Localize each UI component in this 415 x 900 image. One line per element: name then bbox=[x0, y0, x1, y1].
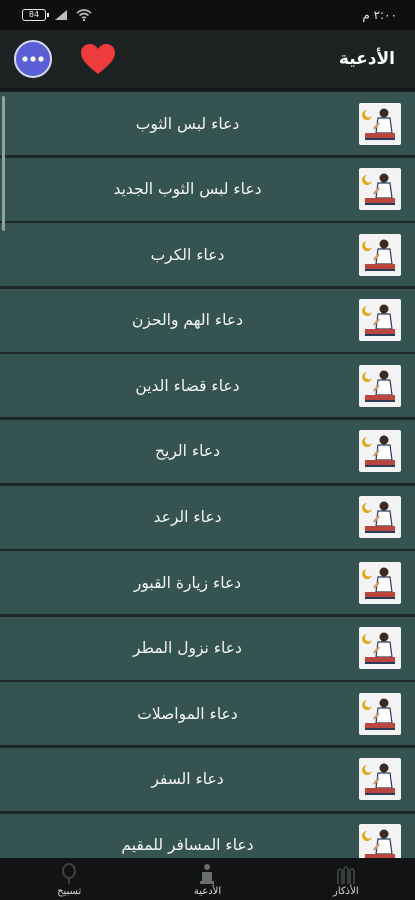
praying-man-icon bbox=[345, 486, 415, 549]
praying-man-icon bbox=[345, 551, 415, 614]
list-item-label: دعاء الكرب bbox=[150, 245, 225, 264]
list-item-label: دعاء المسافر للمقيم bbox=[121, 836, 254, 855]
favorite-button[interactable] bbox=[78, 41, 118, 77]
more-options-icon bbox=[22, 56, 44, 62]
list-item[interactable]: دعاء الريح bbox=[0, 419, 415, 483]
list-item[interactable]: دعاء المواصلات bbox=[0, 682, 415, 746]
list-item-label: دعاء زيارة القبور bbox=[133, 573, 242, 592]
list-item[interactable]: دعاء الهم والحزن bbox=[0, 288, 415, 352]
status-icons: 84 bbox=[22, 9, 92, 21]
list-item-label: دعاء السفر bbox=[151, 770, 224, 789]
praying-man-icon bbox=[345, 223, 415, 286]
praying-man-icon bbox=[345, 158, 415, 221]
nav-tasbeeh[interactable]: تسبيح bbox=[0, 858, 138, 900]
scrollbar[interactable] bbox=[2, 96, 5, 231]
praying-man-icon bbox=[345, 682, 415, 745]
praying-man-icon bbox=[345, 354, 415, 417]
list-item[interactable]: دعاء زيارة القبور bbox=[0, 551, 415, 615]
nav-adiya-label: الأدعية bbox=[193, 886, 222, 897]
praying-hands-icon bbox=[200, 864, 215, 884]
list-item[interactable]: دعاء قضاء الدين bbox=[0, 354, 415, 418]
status-bar: 84 ٢:٠٠ م bbox=[0, 0, 415, 30]
list-item-label: دعاء قضاء الدين bbox=[135, 376, 240, 395]
praying-man-icon bbox=[345, 420, 415, 483]
list-item[interactable]: دعاء لبس الثوب bbox=[0, 92, 415, 155]
list-item[interactable]: دعاء لبس الثوب الجديد bbox=[0, 157, 415, 221]
battery-icon: 84 bbox=[22, 9, 49, 21]
hands-icon bbox=[336, 866, 355, 884]
nav-adhkar[interactable]: الأذكار bbox=[277, 858, 415, 900]
page-title: الأدعية bbox=[338, 49, 395, 69]
list-item[interactable]: دعاء نزول المطر bbox=[0, 616, 415, 680]
list-item[interactable]: دعاء السفر bbox=[0, 747, 415, 811]
duas-list[interactable]: دعاء لبس الثوب دعاء لبس الثوب الجديد دعا… bbox=[0, 92, 415, 858]
tasbeeh-icon bbox=[62, 863, 77, 884]
wifi-icon bbox=[76, 9, 92, 21]
status-time: ٢:٠٠ م bbox=[362, 8, 397, 22]
more-options-button[interactable] bbox=[14, 40, 52, 78]
list-item-label: دعاء الرعد bbox=[153, 508, 222, 527]
list-item[interactable]: دعاء المسافر للمقيم bbox=[0, 813, 415, 858]
praying-man-icon bbox=[345, 814, 415, 858]
praying-man-icon bbox=[345, 617, 415, 680]
list-item-label: دعاء الهم والحزن bbox=[132, 311, 243, 330]
praying-man-icon bbox=[345, 289, 415, 352]
praying-man-icon bbox=[345, 748, 415, 811]
list-item[interactable]: دعاء الكرب bbox=[0, 223, 415, 287]
bottom-nav: تسبيح الأدعية الأذكار bbox=[0, 858, 415, 900]
nav-adiya[interactable]: الأدعية bbox=[138, 858, 276, 900]
praying-man-icon bbox=[345, 92, 415, 155]
list-item[interactable]: دعاء الرعد bbox=[0, 485, 415, 549]
list-item-label: دعاء لبس الثوب bbox=[135, 114, 240, 133]
heart-icon bbox=[81, 44, 115, 74]
header-actions bbox=[14, 40, 118, 78]
nav-adhkar-label: الأذكار bbox=[333, 886, 359, 897]
signal-icon bbox=[55, 10, 67, 20]
list-item-label: دعاء لبس الثوب الجديد bbox=[113, 180, 262, 199]
list-item-label: دعاء المواصلات bbox=[137, 704, 238, 723]
list-item-label: دعاء نزول المطر bbox=[133, 639, 242, 658]
nav-tasbeeh-label: تسبيح bbox=[57, 886, 82, 897]
app-header: الأدعية bbox=[0, 30, 415, 90]
list-item-label: دعاء الريح bbox=[155, 442, 220, 461]
